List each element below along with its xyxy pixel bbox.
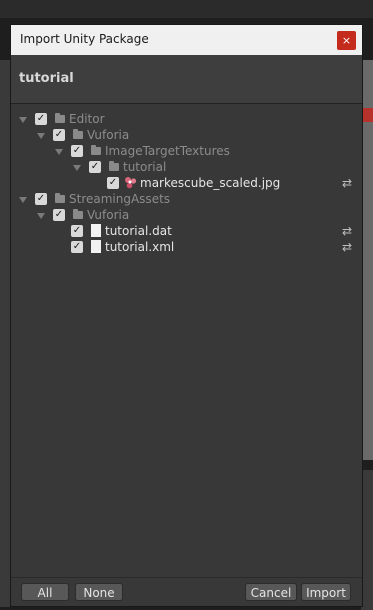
tree-item-label: Editor [69,112,105,126]
tree-item-label: StreamingAssets [69,192,171,206]
tree-item-label: tutorial.xml [105,240,175,254]
expand-arrow-icon[interactable] [73,165,81,171]
checkbox[interactable]: ✓ [35,113,47,125]
expand-arrow-icon[interactable] [37,213,45,219]
folder-icon [55,193,65,203]
tree-row-tutorial-folder[interactable]: ✓ tutorial [11,160,362,176]
changed-icon: ⇄ [341,224,353,238]
folder-icon [91,145,101,155]
dialog-footer: All None Cancel Import [11,577,362,606]
tree-item-label: markescube_scaled.jpg [140,176,281,190]
checkbox[interactable]: ✓ [71,225,83,237]
tree-row-tutorial-xml[interactable]: ✓ tutorial.xml ⇄ [11,240,362,256]
cancel-button[interactable]: Cancel [245,583,297,601]
file-icon [91,240,101,253]
checkbox[interactable]: ✓ [71,241,83,253]
checkbox[interactable]: ✓ [71,145,83,157]
changed-icon: ⇄ [341,176,353,190]
checkbox[interactable]: ✓ [107,177,119,189]
expand-arrow-icon[interactable] [37,133,45,139]
tree-row-tutorial-dat[interactable]: ✓ tutorial.dat ⇄ [11,224,362,240]
tree-row-imagetargettextures[interactable]: ✓ ImageTargetTextures [11,144,362,160]
select-none-button[interactable]: None [75,583,123,601]
tree-item-label: tutorial [123,160,167,174]
folder-icon [73,209,83,219]
tree-item-label: Vuforia [87,128,130,142]
changed-icon: ⇄ [341,240,353,254]
tree-item-label: ImageTargetTextures [105,144,230,158]
folder-icon [55,113,65,123]
asset-tree: ✓ Editor ✓ Vuforia ✓ ImageTargetTextures… [11,105,362,579]
file-icon [91,224,101,237]
tree-item-label: tutorial.dat [105,224,172,238]
editor-background-red-gizmo [363,108,373,122]
checkbox[interactable]: ✓ [53,129,65,141]
checkbox[interactable]: ✓ [35,193,47,205]
folder-icon [109,161,119,171]
import-button[interactable]: Import [301,583,351,601]
folder-icon [73,129,83,139]
expand-arrow-icon[interactable] [55,149,63,155]
package-header: tutorial [11,55,362,104]
expand-arrow-icon[interactable] [19,197,27,203]
dialog-titlebar[interactable]: Import Unity Package × [11,25,362,55]
tree-item-label: Vuforia [87,208,130,222]
checkbox[interactable]: ✓ [89,161,101,173]
import-package-dialog: Import Unity Package × tutorial ✓ Editor… [10,24,363,607]
close-button[interactable]: × [337,31,356,50]
tree-row-editor[interactable]: ✓ Editor [11,112,362,128]
tree-row-vuforia[interactable]: ✓ Vuforia [11,128,362,144]
tree-row-markescube[interactable]: ✓ markescube_scaled.jpg ⇄ [11,176,362,192]
image-asset-icon [125,177,137,189]
editor-background-top [0,0,373,18]
tree-row-streamingassets[interactable]: ✓ StreamingAssets [11,192,362,208]
tree-row-vuforia-2[interactable]: ✓ Vuforia [11,208,362,224]
dialog-title: Import Unity Package [20,32,149,46]
select-all-button[interactable]: All [21,583,69,601]
checkbox[interactable]: ✓ [53,209,65,221]
expand-arrow-icon[interactable] [19,117,27,123]
package-name: tutorial [19,71,74,86]
editor-background-left [0,60,10,607]
